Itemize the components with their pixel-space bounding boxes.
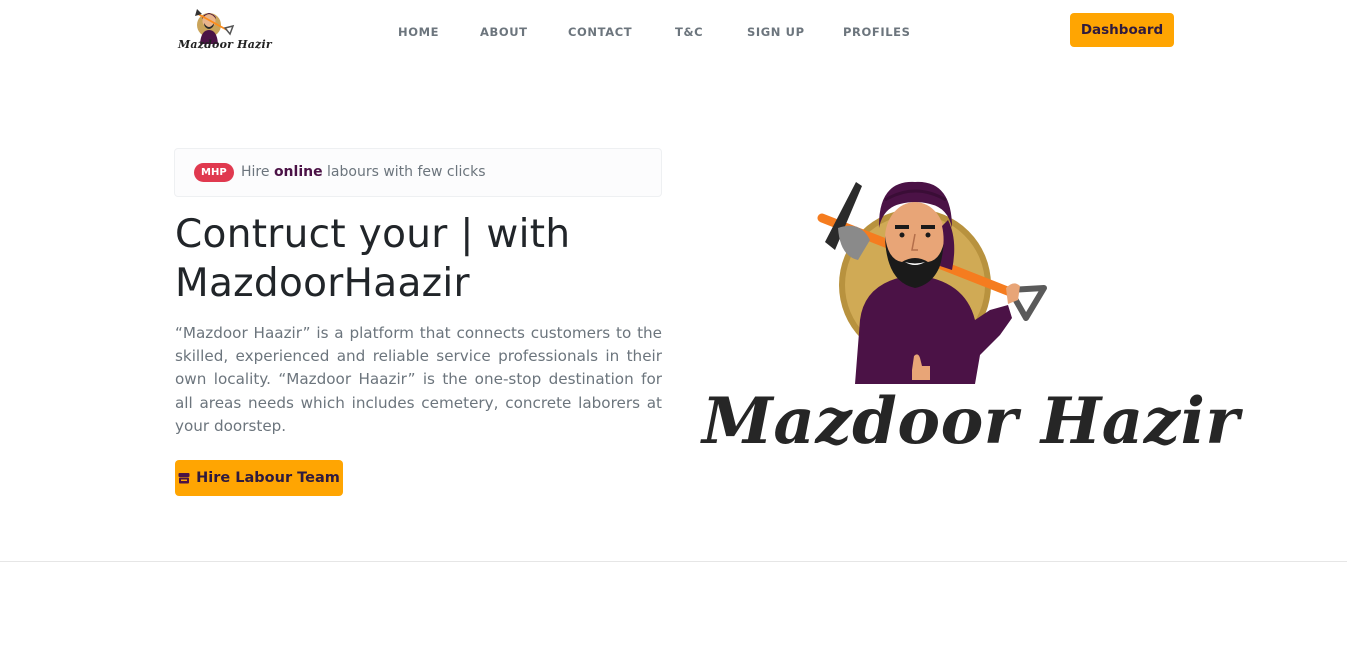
nav-sign-up[interactable]: SIGN UP: [747, 25, 805, 39]
hire-labour-team-button[interactable]: Hire Labour Team: [175, 460, 343, 496]
section-divider: [0, 561, 1347, 562]
hero-title-line1: Contruct your | with: [175, 212, 571, 257]
nav-home[interactable]: HOME: [398, 25, 439, 39]
mhp-badge: MHP: [194, 163, 234, 182]
hero-title-line2: MazdoorHaazir: [175, 261, 470, 306]
hero-description: “Mazdoor Haazir” is a platform that conn…: [175, 324, 662, 435]
nav-contact[interactable]: CONTACT: [568, 25, 632, 39]
dashboard-button[interactable]: Dashboard: [1070, 13, 1174, 47]
tagline-highlight: online: [273, 164, 323, 180]
hire-labour-team-label: Hire Labour Team: [196, 470, 340, 486]
nav-profiles[interactable]: PROFILES: [843, 25, 910, 39]
tagline-after: labours with few clicks: [322, 164, 486, 180]
tagline-before: Hire: [241, 164, 274, 180]
nav-terms[interactable]: T&C: [675, 25, 703, 39]
brand-wordmark: Mazdoor Hazir: [702, 384, 1240, 459]
tagline-box: MHP Hire online labours with few clicks: [174, 148, 662, 197]
navbar: Mazdoor Hazir HOME ABOUT CONTACT T&C SIG…: [0, 0, 1347, 64]
tagline: Hire online labours with few clicks: [241, 163, 486, 181]
logo-text: Mazdoor Hazir: [178, 38, 272, 51]
nav-about[interactable]: ABOUT: [480, 25, 528, 39]
store-icon: [178, 473, 190, 484]
hero-title: Contruct your | with MazdoorHaazir: [175, 210, 655, 308]
